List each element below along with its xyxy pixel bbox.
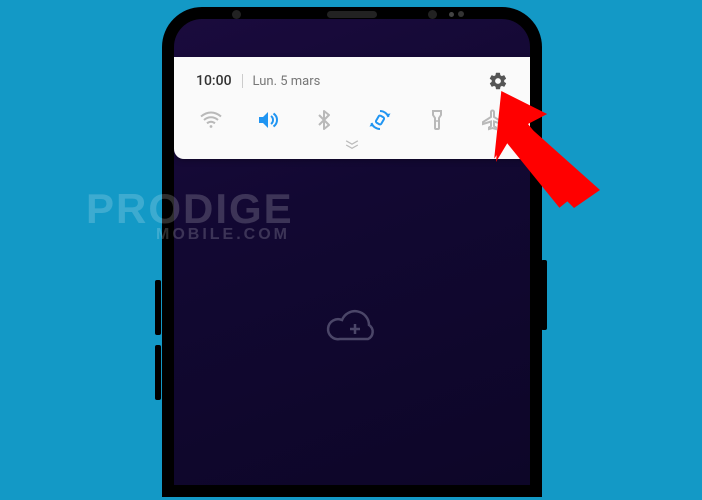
volume-icon: [255, 108, 279, 132]
chevron-down-icon: [342, 139, 362, 151]
status-date: Lun. 5 mars: [253, 74, 321, 89]
phone-frame: 10:00 Lun. 5 mars: [162, 7, 542, 497]
bluetooth-icon: [312, 108, 336, 132]
status-time-date: 10:00 Lun. 5 mars: [196, 73, 320, 89]
gear-icon: [488, 71, 508, 91]
auto-rotate-icon: [368, 108, 392, 132]
notification-panel: 10:00 Lun. 5 mars: [174, 57, 530, 159]
status-divider: [242, 74, 243, 88]
sound-toggle[interactable]: [254, 107, 280, 133]
quick-settings-row: [196, 107, 508, 133]
wifi-icon: [199, 108, 223, 132]
wifi-toggle[interactable]: [198, 107, 224, 133]
flashlight-icon: [425, 108, 449, 132]
cloud-plus-icon: [324, 309, 380, 349]
airplane-icon: [481, 108, 505, 132]
auto-rotate-toggle[interactable]: [367, 107, 393, 133]
airplane-mode-toggle[interactable]: [480, 107, 506, 133]
add-cloud-widget[interactable]: [324, 309, 380, 353]
settings-button[interactable]: [488, 71, 508, 91]
status-time: 10:00: [196, 73, 232, 89]
phone-screen: 10:00 Lun. 5 mars: [174, 19, 530, 485]
flashlight-toggle[interactable]: [424, 107, 450, 133]
phone-volume-down-button: [155, 345, 161, 400]
bluetooth-toggle[interactable]: [311, 107, 337, 133]
phone-volume-up-button: [155, 280, 161, 335]
expand-panel-handle[interactable]: [196, 139, 508, 151]
